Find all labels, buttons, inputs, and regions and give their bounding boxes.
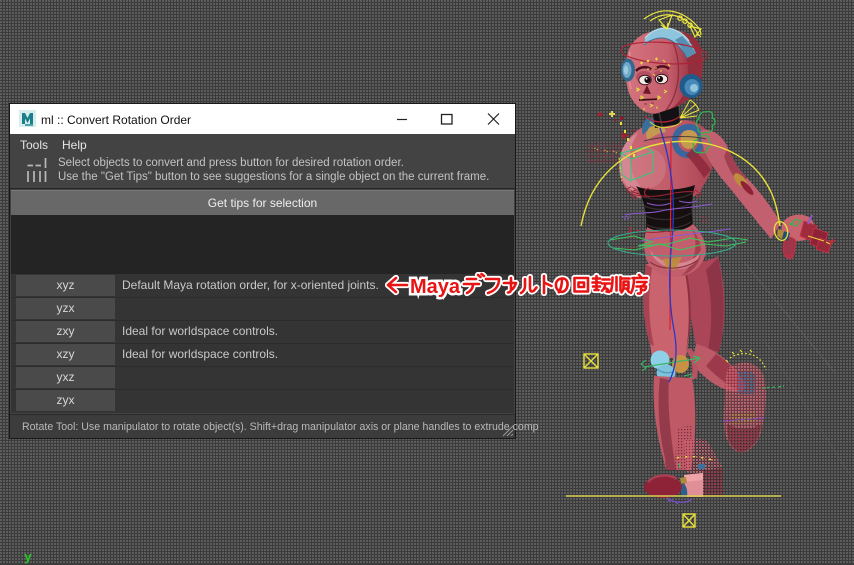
svg-text:Maya: Maya	[410, 276, 461, 298]
